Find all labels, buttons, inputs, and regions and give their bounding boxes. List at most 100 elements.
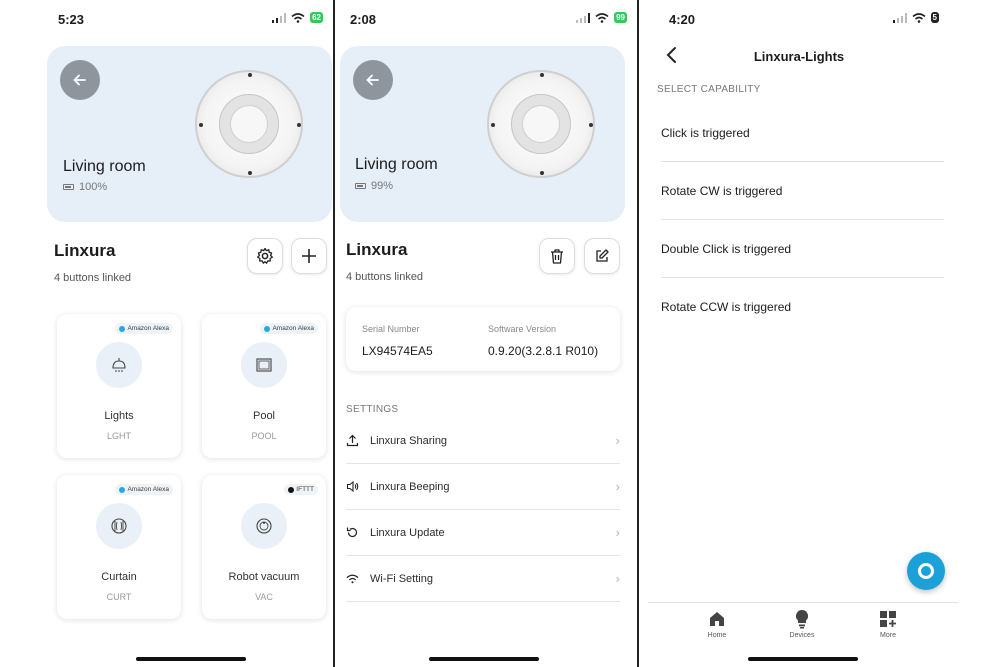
button-card-pool[interactable]: Amazon Alexa Pool POOL — [202, 314, 326, 458]
battery-indicator: 62 — [310, 12, 323, 23]
chevron-right-icon: › — [615, 571, 620, 586]
curtain-icon — [96, 503, 142, 549]
room-name: Living room — [355, 156, 438, 173]
device-title: Linxura — [54, 241, 116, 260]
tab-more[interactable]: More — [858, 609, 918, 639]
signal-icon — [272, 12, 287, 23]
battery-level: 99% — [355, 180, 393, 192]
back-button[interactable] — [353, 60, 393, 100]
ifttt-icon — [288, 486, 295, 493]
home-indicator[interactable] — [748, 657, 858, 661]
button-card-lights[interactable]: Amazon Alexa Lights LGHT — [57, 314, 181, 458]
tab-label: Devices — [789, 632, 815, 639]
device-image — [195, 70, 303, 178]
home-indicator[interactable] — [429, 657, 539, 661]
buttons-linked-count: 4 buttons linked — [54, 272, 132, 284]
capability-row[interactable]: Rotate CCW is triggered — [661, 278, 944, 336]
card-code: POOL — [251, 431, 277, 441]
edit-icon — [596, 249, 609, 262]
wifi-status-icon — [291, 12, 305, 23]
battery-icon — [63, 184, 74, 190]
alexa-badge: Amazon Alexa — [260, 323, 318, 334]
robot-vacuum-icon — [241, 503, 287, 549]
screen-device-settings: 2:08 99 Living room 99% Linxura 4 button… — [335, 0, 637, 667]
home-icon — [710, 612, 724, 626]
device-hero: Living room 99% — [340, 46, 625, 222]
arrow-left-icon — [73, 74, 86, 86]
settings-row-label: Linxura Update — [370, 526, 445, 539]
alexa-icon — [264, 325, 271, 332]
wifi-status-icon — [595, 12, 609, 23]
device-hero: Living room 100% — [47, 46, 332, 222]
battery-indicator: 5 — [930, 12, 939, 23]
card-name: Lights — [104, 410, 134, 422]
card-name: Robot vacuum — [228, 571, 300, 583]
alexa-badge: Amazon Alexa — [115, 323, 173, 334]
serial-number-label: Serial Number — [362, 324, 420, 334]
arrow-left-icon — [366, 74, 379, 86]
battery-percent: 99% — [371, 180, 394, 192]
signal-icon — [892, 12, 907, 23]
tab-home[interactable]: Home — [687, 609, 747, 639]
chevron-right-icon: › — [615, 479, 620, 494]
device-info-card: Serial Number LX94574EA5 Software Versio… — [346, 307, 620, 371]
settings-row-label: Linxura Beeping — [370, 480, 450, 493]
refresh-icon — [346, 527, 358, 538]
tab-label: Home — [707, 632, 727, 639]
trash-icon — [551, 249, 563, 264]
status-bar: 5:23 62 — [0, 10, 333, 30]
button-card-curtain[interactable]: Amazon Alexa Curtain CURT — [57, 475, 181, 619]
capability-row[interactable]: Double Click is triggered — [661, 220, 944, 278]
card-name: Curtain — [101, 571, 137, 583]
status-time: 4:20 — [669, 12, 696, 27]
serial-number-value: LX94574EA5 — [362, 344, 433, 358]
software-version-label: Software Version — [488, 324, 557, 334]
capability-section-header: SELECT CAPABILITY — [657, 84, 761, 95]
capability-row[interactable]: Click is triggered — [661, 104, 944, 162]
back-button[interactable] — [60, 60, 100, 100]
page-title: Linxura-Lights — [753, 49, 845, 64]
settings-row-wifi[interactable]: Wi-Fi Setting › — [346, 556, 620, 602]
screen-device-overview: 5:23 62 Living room 100% Linxura 4 butto… — [0, 0, 333, 667]
battery-indicator: 99 — [614, 12, 627, 23]
wifi-icon — [346, 574, 359, 583]
settings-row-label: Linxura Sharing — [370, 434, 448, 447]
gear-icon — [257, 247, 273, 264]
buttons-linked-count: 4 buttons linked — [346, 271, 424, 283]
settings-button[interactable] — [247, 238, 283, 274]
wifi-status-icon — [912, 12, 926, 23]
chevron-right-icon: › — [615, 525, 620, 540]
home-indicator[interactable] — [136, 657, 246, 661]
share-icon — [346, 434, 359, 447]
plus-icon — [302, 249, 316, 263]
tab-label: More — [880, 632, 896, 639]
settings-section-header: SETTINGS — [346, 404, 399, 415]
settings-row-beeping[interactable]: Linxura Beeping › — [346, 464, 620, 510]
card-code: VAC — [255, 592, 273, 602]
button-card-robot-vacuum[interactable]: IFTTT Robot vacuum VAC — [202, 475, 326, 619]
screen-select-capability: 4:20 5 Linxura-Lights SELECT CAPABILITY … — [639, 0, 959, 667]
card-code: LGHT — [106, 431, 131, 441]
card-code: CURT — [106, 592, 132, 602]
settings-row-update[interactable]: Linxura Update › — [346, 510, 620, 556]
edit-button[interactable] — [584, 238, 620, 274]
battery-level: 100% — [63, 181, 107, 193]
tab-devices[interactable]: Devices — [772, 609, 832, 639]
capability-row[interactable]: Rotate CW is triggered — [661, 162, 944, 220]
alexa-icon — [119, 486, 126, 493]
bottom-tab-bar: Home Devices More — [648, 602, 958, 652]
room-name: Living room — [63, 158, 146, 175]
grid-plus-icon — [880, 611, 896, 627]
device-image — [487, 70, 595, 178]
status-time: 5:23 — [58, 12, 85, 27]
battery-icon — [355, 183, 366, 189]
card-name: Pool — [252, 410, 276, 422]
ifttt-badge: IFTTT — [284, 484, 318, 495]
alexa-badge: Amazon Alexa — [115, 484, 173, 495]
settings-row-sharing[interactable]: Linxura Sharing › — [346, 418, 620, 464]
chevron-right-icon: › — [615, 433, 620, 448]
delete-button[interactable] — [539, 238, 575, 274]
add-button[interactable] — [291, 238, 327, 274]
bell-lamp-icon — [96, 342, 142, 388]
alexa-voice-button[interactable] — [907, 552, 945, 590]
